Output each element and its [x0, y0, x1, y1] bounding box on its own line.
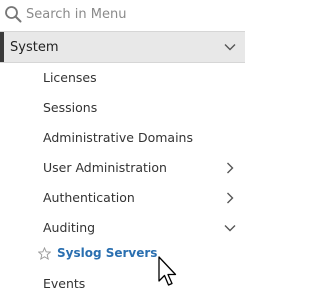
menu-item-label: Sessions — [43, 100, 98, 115]
chevron-down-icon — [224, 44, 236, 51]
section-label: System — [10, 40, 59, 55]
active-section-indicator — [0, 32, 4, 62]
menu-item-administrative-domains[interactable]: Administrative Domains — [0, 124, 245, 152]
menu-item-label: Authentication — [43, 190, 135, 205]
menu-item-licenses[interactable]: Licenses — [0, 64, 245, 92]
menu-item-label: Events — [43, 276, 86, 291]
search-input[interactable] — [26, 3, 236, 25]
menu-item-label: Auditing — [43, 220, 96, 235]
menu-item-syslog-servers[interactable]: Syslog Servers — [0, 240, 245, 268]
menu-item-auditing[interactable]: Auditing — [0, 214, 245, 242]
menu-item-events[interactable]: Events — [0, 270, 245, 298]
search-icon — [5, 6, 22, 23]
menu-item-label: Administrative Domains — [43, 130, 193, 145]
mouse-cursor-icon — [158, 256, 177, 286]
menu-item-label: User Administration — [43, 160, 167, 175]
chevron-right-icon — [227, 162, 234, 174]
chevron-down-icon — [224, 225, 236, 232]
menu-item-authentication[interactable]: Authentication — [0, 184, 245, 212]
menu-section-system[interactable]: System — [0, 31, 245, 63]
menu-search[interactable] — [0, 0, 245, 30]
menu-item-sessions[interactable]: Sessions — [0, 94, 245, 122]
star-icon[interactable] — [38, 247, 51, 260]
chevron-right-icon — [227, 192, 234, 204]
menu-item-user-administration[interactable]: User Administration — [0, 154, 245, 182]
menu-item-label: Licenses — [43, 70, 97, 85]
menu-item-label: Syslog Servers — [57, 246, 158, 260]
